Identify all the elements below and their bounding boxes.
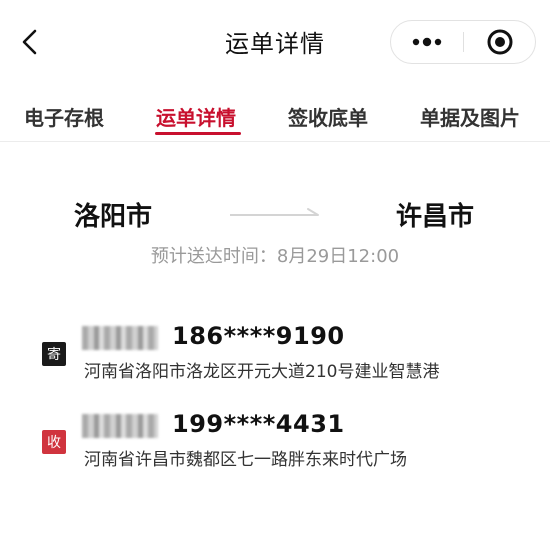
sender-phone[interactable]: 186****9190	[172, 322, 345, 350]
tab-bar: 电子存根 运单详情 签收底单 单据及图片	[0, 96, 550, 142]
waybill-detail-page: 运单详情 电子存根 运单详情 签收底单 单据及图片 洛阳市 许昌市 预计送达时间…	[0, 0, 550, 534]
tab-electronic-stub[interactable]: 电子存根	[24, 102, 104, 131]
tab-documents-and-images[interactable]: 单据及图片	[420, 102, 520, 131]
receiver-info: 199****4431 收 河南省许昌市魏都区七一路胖东来时代广场	[0, 410, 550, 490]
tabs-divider	[0, 141, 550, 142]
receiver-phone[interactable]: 199****4431	[172, 410, 345, 438]
sender-badge: 寄	[42, 342, 66, 366]
sender-address: 河南省洛阳市洛龙区开元大道210号建业智慧港	[84, 362, 440, 382]
estimated-delivery-time: 预计送达时间：8月29日12:00	[150, 246, 400, 267]
route-arrow-icon	[230, 208, 319, 216]
receiver-badge: 收	[42, 430, 66, 454]
receiver-address: 河南省许昌市魏都区七一路胖东来时代广场	[84, 450, 407, 470]
mini-program-capsule	[390, 20, 536, 64]
sender-info: 186****9190 寄 河南省洛阳市洛龙区开元大道210号建业智慧港	[0, 322, 550, 402]
destination-city: 许昌市	[396, 202, 475, 232]
top-nav-bar: 运单详情	[0, 0, 550, 86]
active-tab-indicator	[155, 132, 241, 135]
more-button[interactable]	[391, 21, 463, 63]
target-circle-icon	[487, 29, 513, 55]
tab-signed-receipt[interactable]: 签收底单	[288, 102, 368, 131]
origin-city: 洛阳市	[74, 202, 153, 232]
sender-name-blurred	[82, 326, 158, 350]
close-button[interactable]	[464, 21, 536, 63]
more-dots-icon	[412, 37, 442, 47]
receiver-name-blurred	[82, 414, 158, 438]
tab-waybill-details[interactable]: 运单详情	[156, 102, 236, 131]
